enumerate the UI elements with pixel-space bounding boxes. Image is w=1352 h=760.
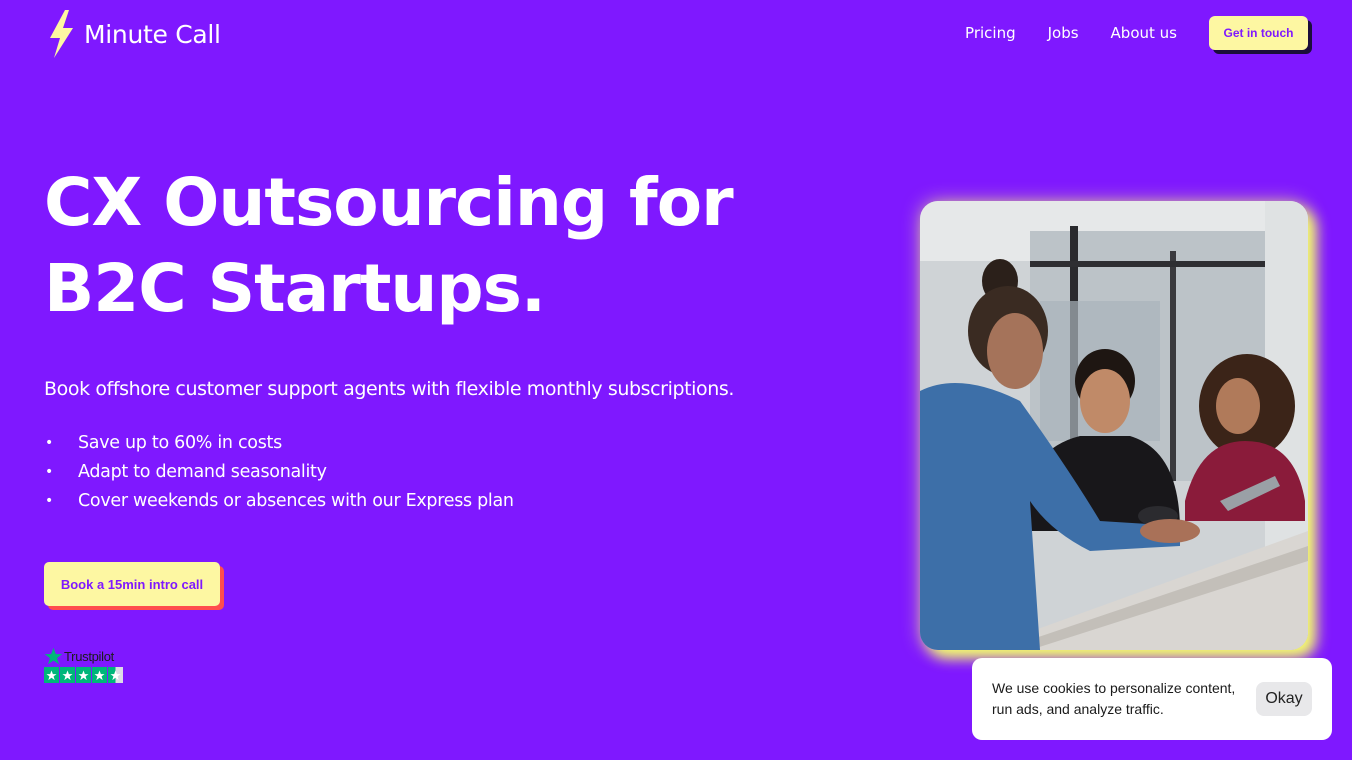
bullet-icon: • <box>45 434 53 451</box>
nav-jobs[interactable]: Jobs <box>1048 24 1079 42</box>
trustpilot-header: Trustpilot <box>44 646 124 666</box>
team-photo <box>920 201 1308 650</box>
rating-half-star-icon <box>108 667 124 683</box>
cookie-okay-button[interactable]: Okay <box>1256 682 1312 716</box>
hero-subtitle: Book offshore customer support agents wi… <box>44 378 735 400</box>
main-nav: Pricing Jobs About us Get in touch <box>965 16 1308 50</box>
list-item: • Save up to 60% in costs <box>44 428 514 457</box>
hero-title-line-2: B2C Startups. <box>44 250 546 327</box>
rating-star-icon <box>44 667 60 683</box>
trustpilot-name: Trustpilot <box>64 648 114 664</box>
trustpilot-widget[interactable]: Trustpilot <box>44 646 124 683</box>
rating-star-icon <box>60 667 76 683</box>
hero-title: CX Outsourcing for B2C Startups. <box>44 160 804 332</box>
bullet-icon: • <box>45 492 53 509</box>
rating-star-icon <box>76 667 92 683</box>
rating-star-icon <box>92 667 108 683</box>
hero-title-line-1: CX Outsourcing for <box>44 164 734 241</box>
nav-pricing[interactable]: Pricing <box>965 24 1016 42</box>
list-item: • Cover weekends or absences with our Exp… <box>44 486 514 515</box>
nav-about-us[interactable]: About us <box>1111 24 1177 42</box>
star-icon <box>44 647 63 664</box>
book-intro-call-button[interactable]: Book a 15min intro call <box>44 562 220 606</box>
lightning-bolt-icon <box>50 10 73 58</box>
logo[interactable]: Minute Call <box>46 8 221 60</box>
trustpilot-rating <box>44 667 124 683</box>
get-in-touch-button[interactable]: Get in touch <box>1209 16 1308 50</box>
bullet-icon: • <box>45 463 53 480</box>
cookie-banner: We use cookies to personalize content, r… <box>972 658 1332 740</box>
benefit-list: • Save up to 60% in costs • Adapt to deman… <box>44 428 514 515</box>
cookie-text: We use cookies to personalize content, r… <box>992 680 1236 717</box>
list-item: • Adapt to demand seasonality <box>44 457 514 486</box>
benefit-text: Save up to 60% in costs <box>78 432 282 453</box>
logo-text: Minute Call <box>84 19 221 49</box>
benefit-text: Adapt to demand seasonality <box>78 461 327 482</box>
benefit-text: Cover weekends or absences with our Expr… <box>78 490 514 511</box>
